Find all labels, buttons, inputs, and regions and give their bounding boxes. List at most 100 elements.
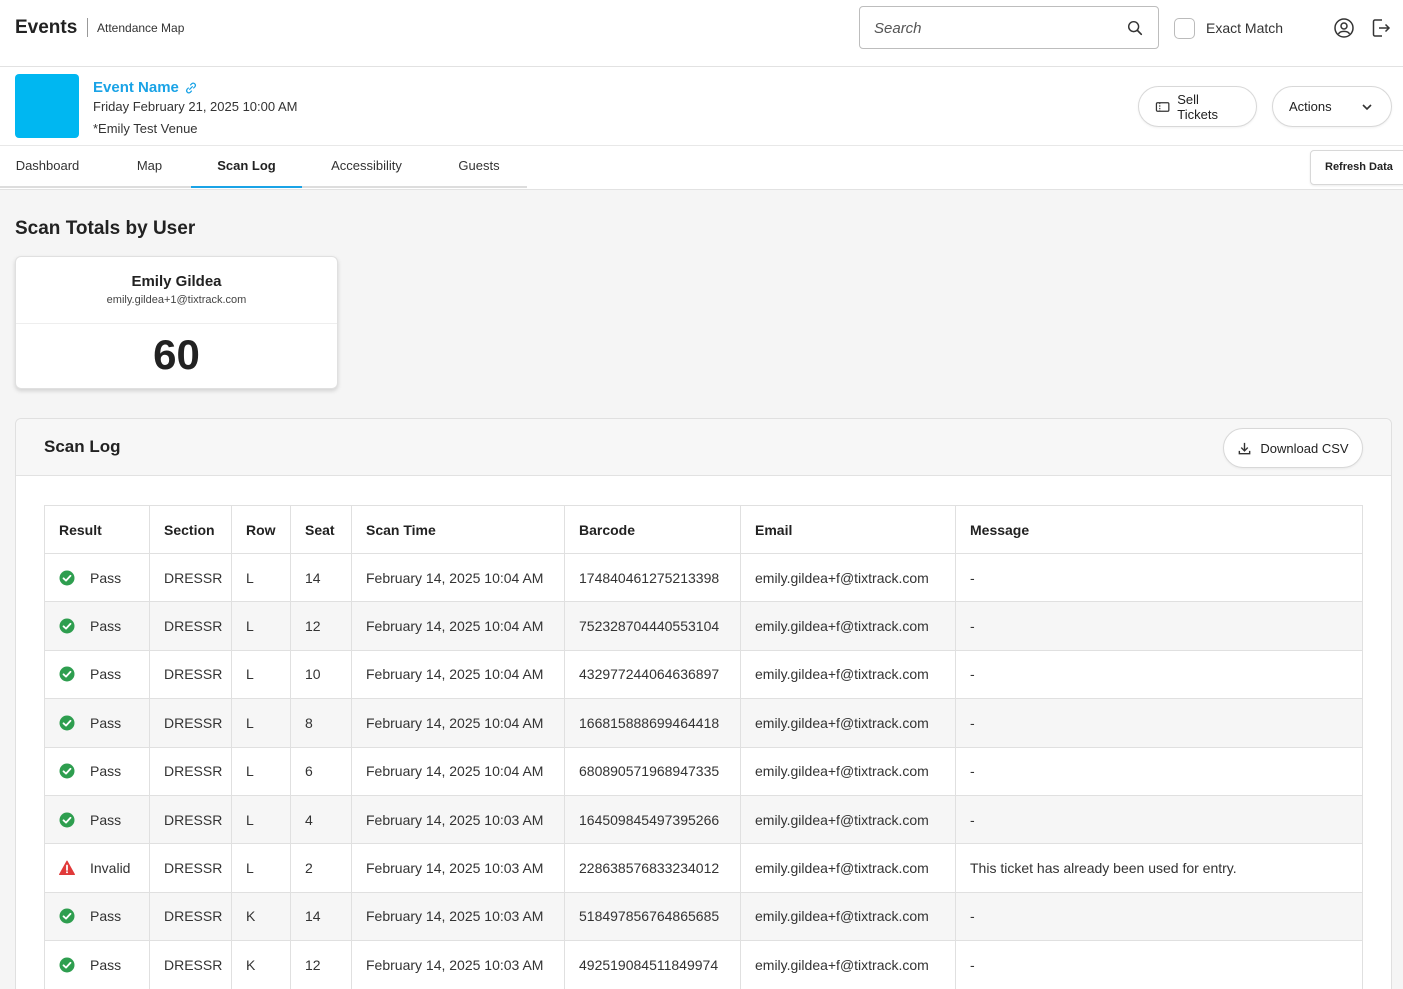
cell-row: L — [231, 552, 291, 603]
result-label: Invalid — [90, 860, 131, 877]
table-header-row: Result Section Row Seat Scan Time Barcod… — [44, 505, 1363, 554]
table-row[interactable]: Pass DRESSR L 14 February 14, 2025 10:04 AM 1… — [44, 552, 1363, 603]
column-header-result[interactable]: Result — [44, 505, 150, 554]
table-row[interactable]: Pass DRESSR L 4 February 14, 2025 10:03 AM 16… — [44, 794, 1363, 845]
cell-scan-time: February 14, 2025 10:04 AM — [351, 649, 565, 700]
column-header-scan-time[interactable]: Scan Time — [351, 505, 565, 554]
cell-seat: 12 — [290, 940, 352, 989]
cell-barcode: 680890571968947335 — [564, 746, 741, 796]
table-row[interactable]: Pass DRESSR L 10 February 14, 2025 10:04 AM 4… — [44, 649, 1363, 700]
cell-barcode: 518497856764865685 — [564, 891, 741, 942]
column-header-seat[interactable]: Seat — [290, 505, 352, 554]
result-label: Pass — [90, 908, 122, 925]
search-box[interactable] — [859, 6, 1159, 49]
column-header-section[interactable]: Section — [149, 505, 232, 554]
cell-section: DRESSR — [149, 649, 232, 700]
tab-dashboard[interactable]: Dashboard — [0, 146, 95, 188]
event-name[interactable]: Event Name — [93, 79, 179, 96]
cell-seat: 14 — [290, 552, 352, 603]
result-label: Pass — [90, 666, 122, 683]
cell-barcode: 164509845497395266 — [564, 794, 741, 845]
cell-section: DRESSR — [149, 552, 232, 603]
cell-barcode: 752328704440553104 — [564, 601, 741, 651]
chevron-down-icon — [1362, 103, 1372, 110]
cell-message: This ticket has already been used for en… — [955, 843, 1363, 893]
table-row[interactable]: Pass DRESSR L 12 February 14, 2025 10:04 AM 7… — [44, 601, 1363, 651]
brand-subtitle: Attendance Map — [97, 21, 185, 35]
tab-map[interactable]: Map — [95, 146, 204, 188]
cell-email: emily.gildea+f@tixtrack.com — [740, 843, 956, 893]
cell-email: emily.gildea+f@tixtrack.com — [740, 601, 956, 651]
cell-email: emily.gildea+f@tixtrack.com — [740, 891, 956, 942]
logout-icon[interactable] — [1370, 17, 1392, 39]
cell-barcode: 492519084511849974 — [564, 940, 741, 989]
cell-result: Pass — [44, 794, 150, 845]
check-circle-icon — [59, 618, 75, 634]
brand-title[interactable]: Events — [15, 17, 77, 39]
column-header-message[interactable]: Message — [955, 505, 1363, 554]
cell-result: Pass — [44, 698, 150, 748]
cell-scan-time: February 14, 2025 10:03 AM — [351, 843, 565, 893]
table-row[interactable]: Pass DRESSR L 8 February 14, 2025 10:04 AM 16… — [44, 698, 1363, 748]
cell-scan-time: February 14, 2025 10:04 AM — [351, 698, 565, 748]
download-csv-button[interactable]: Download CSV — [1223, 428, 1363, 468]
exact-match-toggle[interactable]: Exact Match — [1174, 17, 1283, 39]
exact-match-checkbox[interactable] — [1174, 17, 1195, 39]
tab-scan-log[interactable]: Scan Log — [191, 146, 302, 188]
column-header-email[interactable]: Email — [740, 505, 956, 554]
result-label: Pass — [90, 618, 122, 635]
event-thumbnail — [15, 74, 79, 138]
cell-scan-time: February 14, 2025 10:03 AM — [351, 891, 565, 942]
column-header-row[interactable]: Row — [231, 505, 291, 554]
cell-result: Pass — [44, 891, 150, 942]
tab-accessibility[interactable]: Accessibility — [302, 146, 431, 188]
brand-divider — [87, 18, 88, 37]
cell-seat: 14 — [290, 891, 352, 942]
actions-dropdown[interactable]: Actions — [1272, 86, 1392, 127]
cell-seat: 10 — [290, 649, 352, 700]
cell-result: Pass — [44, 649, 150, 700]
cell-seat: 4 — [290, 794, 352, 845]
cell-barcode: 432977244064636897 — [564, 649, 741, 700]
search-input[interactable] — [874, 18, 1114, 38]
table-row[interactable]: Pass DRESSR L 6 February 14, 2025 10:04 AM 68… — [44, 746, 1363, 796]
scan-count: 60 — [153, 331, 200, 378]
cell-result: Pass — [44, 601, 150, 651]
tab-guests[interactable]: Guests — [431, 146, 527, 188]
scan-log-title: Scan Log — [44, 437, 121, 456]
sell-tickets-button[interactable]: Sell Tickets — [1138, 86, 1257, 127]
column-header-barcode[interactable]: Barcode — [564, 505, 741, 554]
check-circle-icon — [59, 715, 75, 731]
search-icon[interactable] — [1126, 19, 1144, 37]
cell-section: DRESSR — [149, 794, 232, 845]
scan-log-header: Scan Log Download CSV — [16, 419, 1391, 476]
table-row[interactable]: Pass DRESSR K 12 February 14, 2025 10:03 AM 4… — [44, 940, 1363, 989]
actions-label: Actions — [1289, 99, 1332, 114]
user-account-icon[interactable] — [1333, 17, 1355, 39]
cell-row: L — [231, 649, 291, 700]
cell-scan-time: February 14, 2025 10:04 AM — [351, 746, 565, 796]
scan-totals-title: Scan Totals by User — [15, 218, 196, 239]
cell-scan-time: February 14, 2025 10:03 AM — [351, 940, 565, 989]
event-date: Friday February 21, 2025 10:00 AM — [93, 99, 298, 114]
link-icon[interactable] — [184, 81, 198, 95]
event-tabs: Dashboard Map Scan Log Accessibility Gue… — [0, 146, 1403, 190]
cell-message: - — [955, 552, 1363, 603]
table-row[interactable]: Pass DRESSR K 14 February 14, 2025 10:03 AM 5… — [44, 891, 1363, 942]
cell-message: - — [955, 940, 1363, 989]
check-circle-icon — [59, 570, 75, 586]
table-row[interactable]: Invalid DRESSR L 2 February 14, 2025 10:03 A… — [44, 843, 1363, 893]
cell-scan-time: February 14, 2025 10:04 AM — [351, 552, 565, 603]
event-name-link[interactable]: Event Name — [93, 79, 198, 96]
cell-seat: 12 — [290, 601, 352, 651]
check-circle-icon — [59, 908, 75, 924]
check-circle-icon — [59, 666, 75, 682]
refresh-data-button[interactable]: Refresh Data — [1310, 150, 1403, 185]
cell-section: DRESSR — [149, 891, 232, 942]
cell-row: L — [231, 698, 291, 748]
cell-email: emily.gildea+f@tixtrack.com — [740, 746, 956, 796]
cell-scan-time: February 14, 2025 10:04 AM — [351, 601, 565, 651]
cell-email: emily.gildea+f@tixtrack.com — [740, 649, 956, 700]
cell-row: L — [231, 746, 291, 796]
cell-barcode: 174840461275213398 — [564, 552, 741, 603]
